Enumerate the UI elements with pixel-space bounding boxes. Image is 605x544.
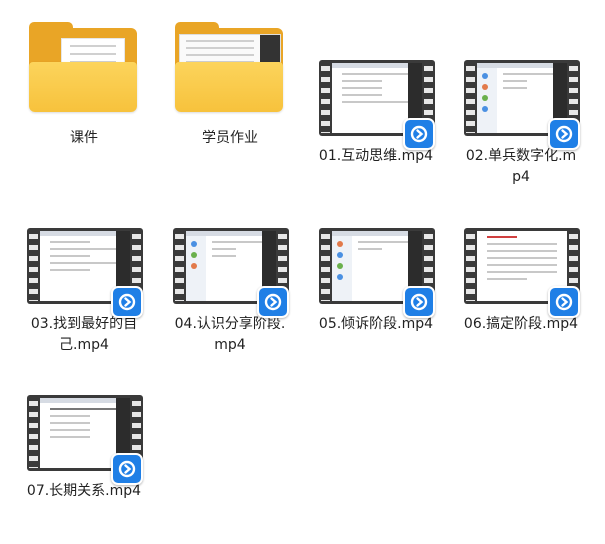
folder-item-student-homework[interactable]: 学员作业 [165, 22, 295, 149]
video-item-06[interactable]: 06.搞定阶段.mp4 [456, 208, 586, 335]
video-file-icon [456, 40, 586, 150]
player-badge-icon [111, 286, 143, 318]
player-badge-icon [257, 286, 289, 318]
video-item-07[interactable]: 07.长期关系.mp4 [19, 375, 149, 502]
file-label: 课件 [70, 130, 98, 146]
video-file-icon [19, 375, 149, 485]
player-badge-icon [111, 453, 143, 485]
video-file-icon [311, 208, 441, 318]
video-item-04[interactable]: 04.认识分享阶段.mp4 [165, 208, 295, 356]
player-badge-icon [403, 286, 435, 318]
video-file-icon [456, 208, 586, 318]
file-label: 04.认识分享阶段.mp4 [174, 316, 286, 353]
video-file-icon [311, 40, 441, 150]
player-badge-icon [403, 118, 435, 150]
video-item-03[interactable]: 03.找到最好的自己.mp4 [19, 208, 149, 356]
file-label: 学员作业 [202, 130, 258, 146]
video-item-01[interactable]: 01.互动思维.mp4 [311, 40, 441, 167]
file-label: 03.找到最好的自己.mp4 [30, 316, 138, 353]
file-label: 02.单兵数字化.mp4 [465, 148, 577, 185]
folder-item-courseware[interactable]: 课件 [19, 22, 149, 149]
player-badge-icon [548, 286, 580, 318]
video-item-05[interactable]: 05.倾诉阶段.mp4 [311, 208, 441, 335]
video-file-icon [19, 208, 149, 318]
video-item-02[interactable]: 02.单兵数字化.mp4 [456, 40, 586, 188]
video-file-icon [165, 208, 295, 318]
folder-icon [165, 22, 295, 122]
folder-icon [19, 22, 149, 122]
player-badge-icon [548, 118, 580, 150]
